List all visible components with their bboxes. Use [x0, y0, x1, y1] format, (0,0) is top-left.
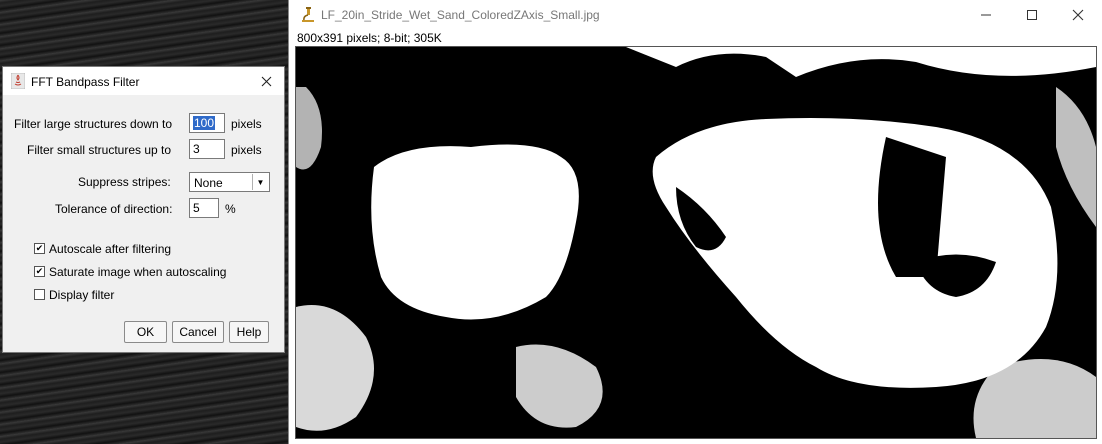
saturate-label[interactable]: Saturate image when autoscaling: [49, 265, 226, 279]
help-button-label: Help: [236, 325, 262, 339]
image-canvas[interactable]: [295, 46, 1097, 439]
microscope-icon: [302, 7, 314, 22]
checkmark-icon: ✔: [35, 266, 44, 276]
dialog-title: FFT Bandpass Filter: [31, 75, 140, 89]
tolerance-label: Tolerance of direction:: [55, 202, 173, 216]
autoscale-checkbox[interactable]: ✔: [34, 243, 45, 254]
tolerance-unit: %: [225, 202, 236, 216]
dialog-titlebar[interactable]: FFT Bandpass Filter: [3, 67, 284, 95]
display-filter-label[interactable]: Display filter: [49, 288, 114, 302]
filter-small-value: 3: [193, 142, 200, 156]
maximize-icon: [1027, 10, 1037, 20]
close-icon: [261, 76, 271, 86]
tolerance-input[interactable]: 5: [189, 198, 219, 218]
fft-bandpass-dialog: FFT Bandpass Filter Filter large structu…: [2, 66, 285, 353]
checkmark-icon: ✔: [35, 243, 44, 253]
filter-small-label: Filter small structures up to: [27, 143, 172, 157]
suppress-stripes-label: Suppress stripes:: [78, 175, 171, 189]
maximize-button[interactable]: [1009, 0, 1055, 30]
image-window-title: LF_20in_Stride_Wet_Sand_ColoredZAxis_Sma…: [321, 8, 600, 22]
image-window: LF_20in_Stride_Wet_Sand_ColoredZAxis_Sma…: [288, 0, 1102, 444]
close-icon: [1072, 9, 1084, 21]
suppress-stripes-value: None: [194, 176, 223, 190]
display-filter-checkbox[interactable]: [34, 289, 45, 300]
filter-small-unit: pixels: [231, 143, 262, 157]
filter-small-input[interactable]: 3: [189, 139, 225, 159]
ok-button-label: OK: [136, 325, 155, 339]
cancel-button[interactable]: Cancel: [172, 321, 224, 343]
ok-button[interactable]: OK: [124, 321, 167, 343]
filter-large-label: Filter large structures down to: [14, 117, 173, 131]
chevron-down-icon: ▼: [252, 174, 268, 190]
tolerance-value: 5: [193, 201, 200, 215]
saturate-checkbox[interactable]: ✔: [34, 266, 45, 277]
help-button[interactable]: Help: [229, 321, 269, 343]
autoscale-label[interactable]: Autoscale after filtering: [49, 242, 171, 256]
java-icon: [11, 73, 25, 89]
image-info-bar: 800x391 pixels; 8-bit; 305K: [297, 31, 442, 45]
minimize-button[interactable]: [963, 0, 1009, 30]
filter-large-unit: pixels: [231, 117, 262, 131]
image-window-titlebar[interactable]: LF_20in_Stride_Wet_Sand_ColoredZAxis_Sma…: [289, 0, 1102, 30]
minimize-icon: [981, 14, 991, 16]
filter-large-value: 100: [193, 116, 216, 130]
thresholded-footprint-image: [296, 47, 1096, 438]
suppress-stripes-select[interactable]: None ▼: [189, 172, 270, 192]
filter-large-input[interactable]: 100: [189, 113, 225, 133]
cancel-button-label: Cancel: [179, 325, 217, 339]
dialog-close-button[interactable]: [254, 71, 278, 91]
close-button[interactable]: [1055, 0, 1101, 30]
